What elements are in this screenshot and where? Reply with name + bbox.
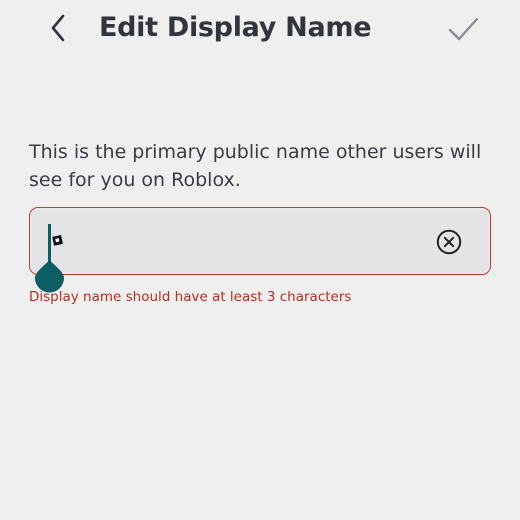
- display-name-field: [29, 207, 491, 275]
- page-title: Edit Display Name: [99, 12, 372, 43]
- chevron-left-icon: [51, 14, 65, 42]
- checkmark-icon: [448, 17, 479, 41]
- display-name-input[interactable]: [58, 208, 438, 273]
- header-bar: Edit Display Name: [0, 0, 520, 60]
- confirm-button[interactable]: [444, 10, 484, 46]
- text-cursor-handle[interactable]: [34, 224, 66, 294]
- clear-circle-x-icon: [436, 229, 462, 255]
- error-message: Display name should have at least 3 char…: [29, 289, 352, 305]
- back-button[interactable]: [40, 8, 80, 48]
- clear-input-button[interactable]: [436, 229, 462, 255]
- description-text: This is the primary public name other us…: [29, 141, 482, 191]
